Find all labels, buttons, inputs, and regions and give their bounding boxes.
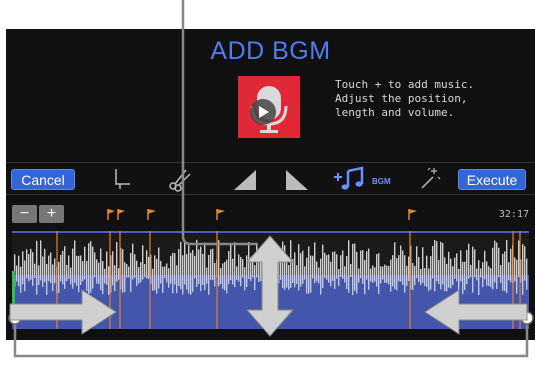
- flag-marker-icon[interactable]: [216, 209, 225, 220]
- flag-marker-icon[interactable]: [117, 209, 125, 220]
- fade-in-icon[interactable]: [232, 166, 258, 192]
- add-bgm-screen: ADD BGM Touch + to add music. Adjust the…: [6, 29, 535, 340]
- page-title: ADD BGM: [210, 37, 331, 65]
- trim-icon[interactable]: [112, 166, 134, 192]
- microphone-icon: [250, 86, 288, 133]
- edit-toolbar: Cancel BGM Execute: [6, 162, 535, 195]
- scissors-icon[interactable]: [166, 166, 194, 192]
- fade-out-icon[interactable]: [284, 166, 310, 192]
- timecode: 32:17: [498, 209, 529, 220]
- add-music-icon[interactable]: [332, 166, 372, 192]
- flag-marker-icon[interactable]: [107, 209, 115, 220]
- cancel-button[interactable]: Cancel: [11, 169, 75, 190]
- flag-marker-icon[interactable]: [408, 209, 417, 220]
- marker-row: [107, 209, 417, 220]
- flag-marker-icon[interactable]: [147, 209, 156, 220]
- playhead[interactable]: [12, 271, 15, 321]
- execute-button[interactable]: Execute: [458, 169, 526, 190]
- timeline-waveform[interactable]: [12, 231, 529, 329]
- instruction-text: Touch + to add music. Adjust the positio…: [335, 78, 475, 119]
- magic-wand-icon[interactable]: [418, 166, 442, 192]
- bgm-icon-tile[interactable]: [238, 76, 300, 138]
- bgm-label: BGM: [372, 177, 391, 186]
